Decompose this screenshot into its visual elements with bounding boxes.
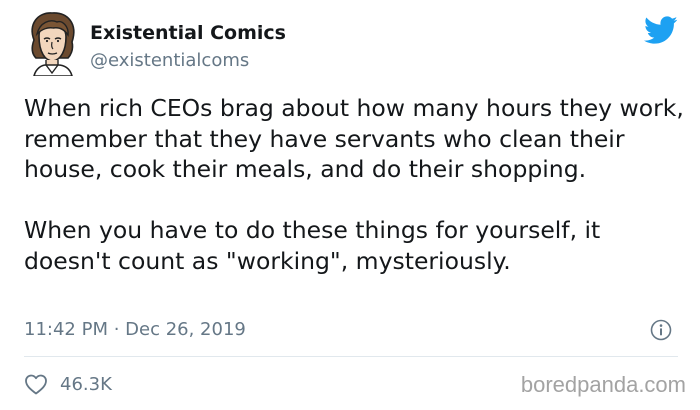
watermark: boredpanda.com [520, 372, 686, 397]
author-handle[interactable]: @existentialcoms [90, 50, 249, 71]
tweet-paragraph-2: When you have to do these things for you… [24, 216, 601, 275]
tweet-timestamp[interactable]: 11:42 PM · Dec 26, 2019 [24, 319, 246, 340]
info-icon-svg [650, 319, 672, 341]
tweet-text: When rich CEOs brag about how many hours… [24, 93, 684, 276]
info-icon[interactable] [650, 319, 672, 341]
twitter-bird-icon[interactable] [644, 16, 678, 46]
like-button[interactable]: 46.3K [24, 371, 112, 397]
tweet-paragraph-1: When rich CEOs brag about how many hours… [24, 94, 684, 183]
heart-icon [25, 374, 47, 395]
twitter-bird-icon-svg [644, 16, 678, 44]
avatar-icon [31, 12, 75, 77]
like-count: 46.3K [60, 373, 112, 395]
divider [24, 356, 678, 357]
author-display-name[interactable]: Existential Comics [90, 22, 286, 44]
avatar[interactable] [24, 10, 80, 77]
